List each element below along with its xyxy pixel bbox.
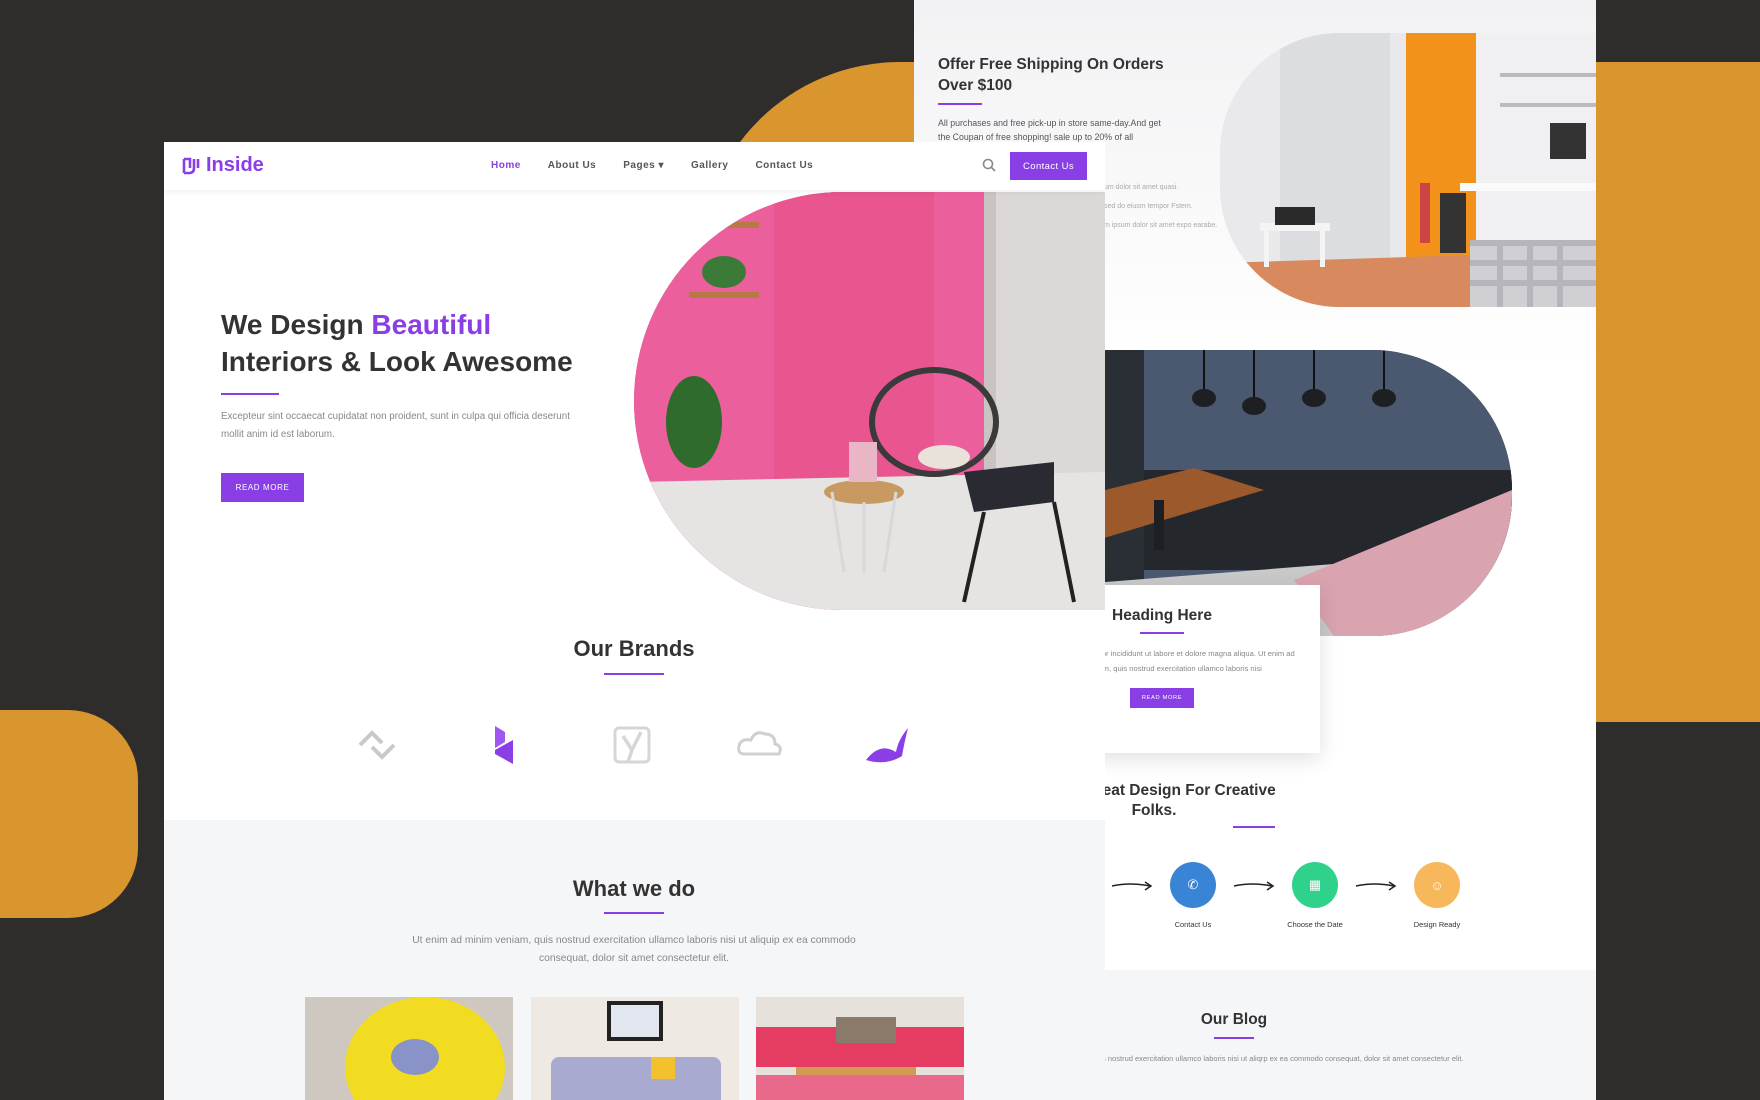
decor-block-right (1580, 62, 1760, 722)
nav-home[interactable]: Home (491, 160, 521, 171)
hero-photo (634, 192, 1105, 610)
shipping-list-item: um dolor sit amet quasi. (1104, 184, 1179, 191)
shipping-text: All purchases and free pick-up in store … (938, 118, 1161, 142)
nav-about-us[interactable]: About Us (548, 160, 596, 171)
shipping-title: Offer Free Shipping On Orders Over $100 (938, 56, 1164, 94)
hero-title: We Design Beautiful Interiors & Look Awe… (221, 309, 573, 377)
service-card-image[interactable] (756, 997, 964, 1100)
nav-pages-dropdown[interactable]: Pages ▾ (623, 160, 664, 171)
brand-bird-icon (866, 728, 908, 763)
step-label: Contact Us (1174, 920, 1212, 929)
step-choose-date: ▦ Choose the Date (1265, 862, 1365, 929)
card-divider (1140, 632, 1184, 634)
what-we-do-text: Ut enim ad minim veniam, quis nostrud ex… (412, 935, 856, 964)
shipping-list-item: m ipsum dolor sit amet expo earabe. (1104, 222, 1218, 229)
read-more-button[interactable]: READ MORE (221, 473, 304, 502)
contact-us-button[interactable]: Contact Us (1010, 152, 1087, 180)
shipping-list-item: sed do eiusm tempor Fstem. (1104, 203, 1193, 210)
phone-icon: ✆ (1170, 862, 1216, 908)
brand-cloud-icon (737, 731, 782, 756)
shipping-list: um dolor sit amet quasi. sed do eiusm te… (1104, 178, 1217, 235)
front-page-preview: Inside Home About Us Pages ▾ Gallery Con… (164, 142, 1105, 1100)
logo-icon (182, 157, 200, 174)
step-label: Design Ready (1413, 920, 1461, 929)
nav-contact-us[interactable]: Contact Us (755, 160, 813, 171)
navbar: Inside Home About Us Pages ▾ Gallery Con… (164, 142, 1105, 190)
smile-icon: ☺ (1414, 862, 1460, 908)
creative-divider (1233, 826, 1275, 828)
card-read-more-button[interactable]: READ MORE (1129, 688, 1195, 708)
blog-title: Our Blog (1200, 1011, 1268, 1028)
hero-text: Excepteur sint occaecat cupidatat non pr… (221, 411, 570, 440)
workspace-photo (1220, 33, 1596, 307)
what-we-do-title: What we do (572, 876, 696, 901)
brands-title: Our Brands (573, 636, 695, 661)
hero-divider (221, 393, 279, 395)
step-label: Choose the Date (1287, 920, 1343, 929)
what-we-do-divider (604, 912, 664, 914)
main-menu: Home About Us Pages ▾ Gallery Contact Us (491, 160, 840, 171)
brand-y-icon (613, 726, 651, 764)
logo[interactable]: Inside (181, 154, 264, 177)
logo-text: Inside (206, 154, 264, 176)
brands-divider (604, 673, 664, 675)
brand-chain-icon (358, 730, 396, 760)
calendar-icon: ▦ (1292, 862, 1338, 908)
hero-title-accent: Beautiful (371, 309, 492, 340)
search-icon[interactable] (981, 157, 997, 173)
decor-blob-left (0, 710, 138, 918)
nav-gallery[interactable]: Gallery (691, 160, 728, 171)
brand-hex-icon (495, 726, 513, 764)
service-card-image[interactable] (305, 997, 513, 1100)
step-design-ready: ☺ Design Ready (1387, 862, 1487, 929)
step-contact-us: ✆ Contact Us (1143, 862, 1243, 929)
blog-divider (1214, 1037, 1254, 1039)
service-card-image[interactable] (531, 997, 739, 1100)
shipping-divider (938, 103, 982, 105)
